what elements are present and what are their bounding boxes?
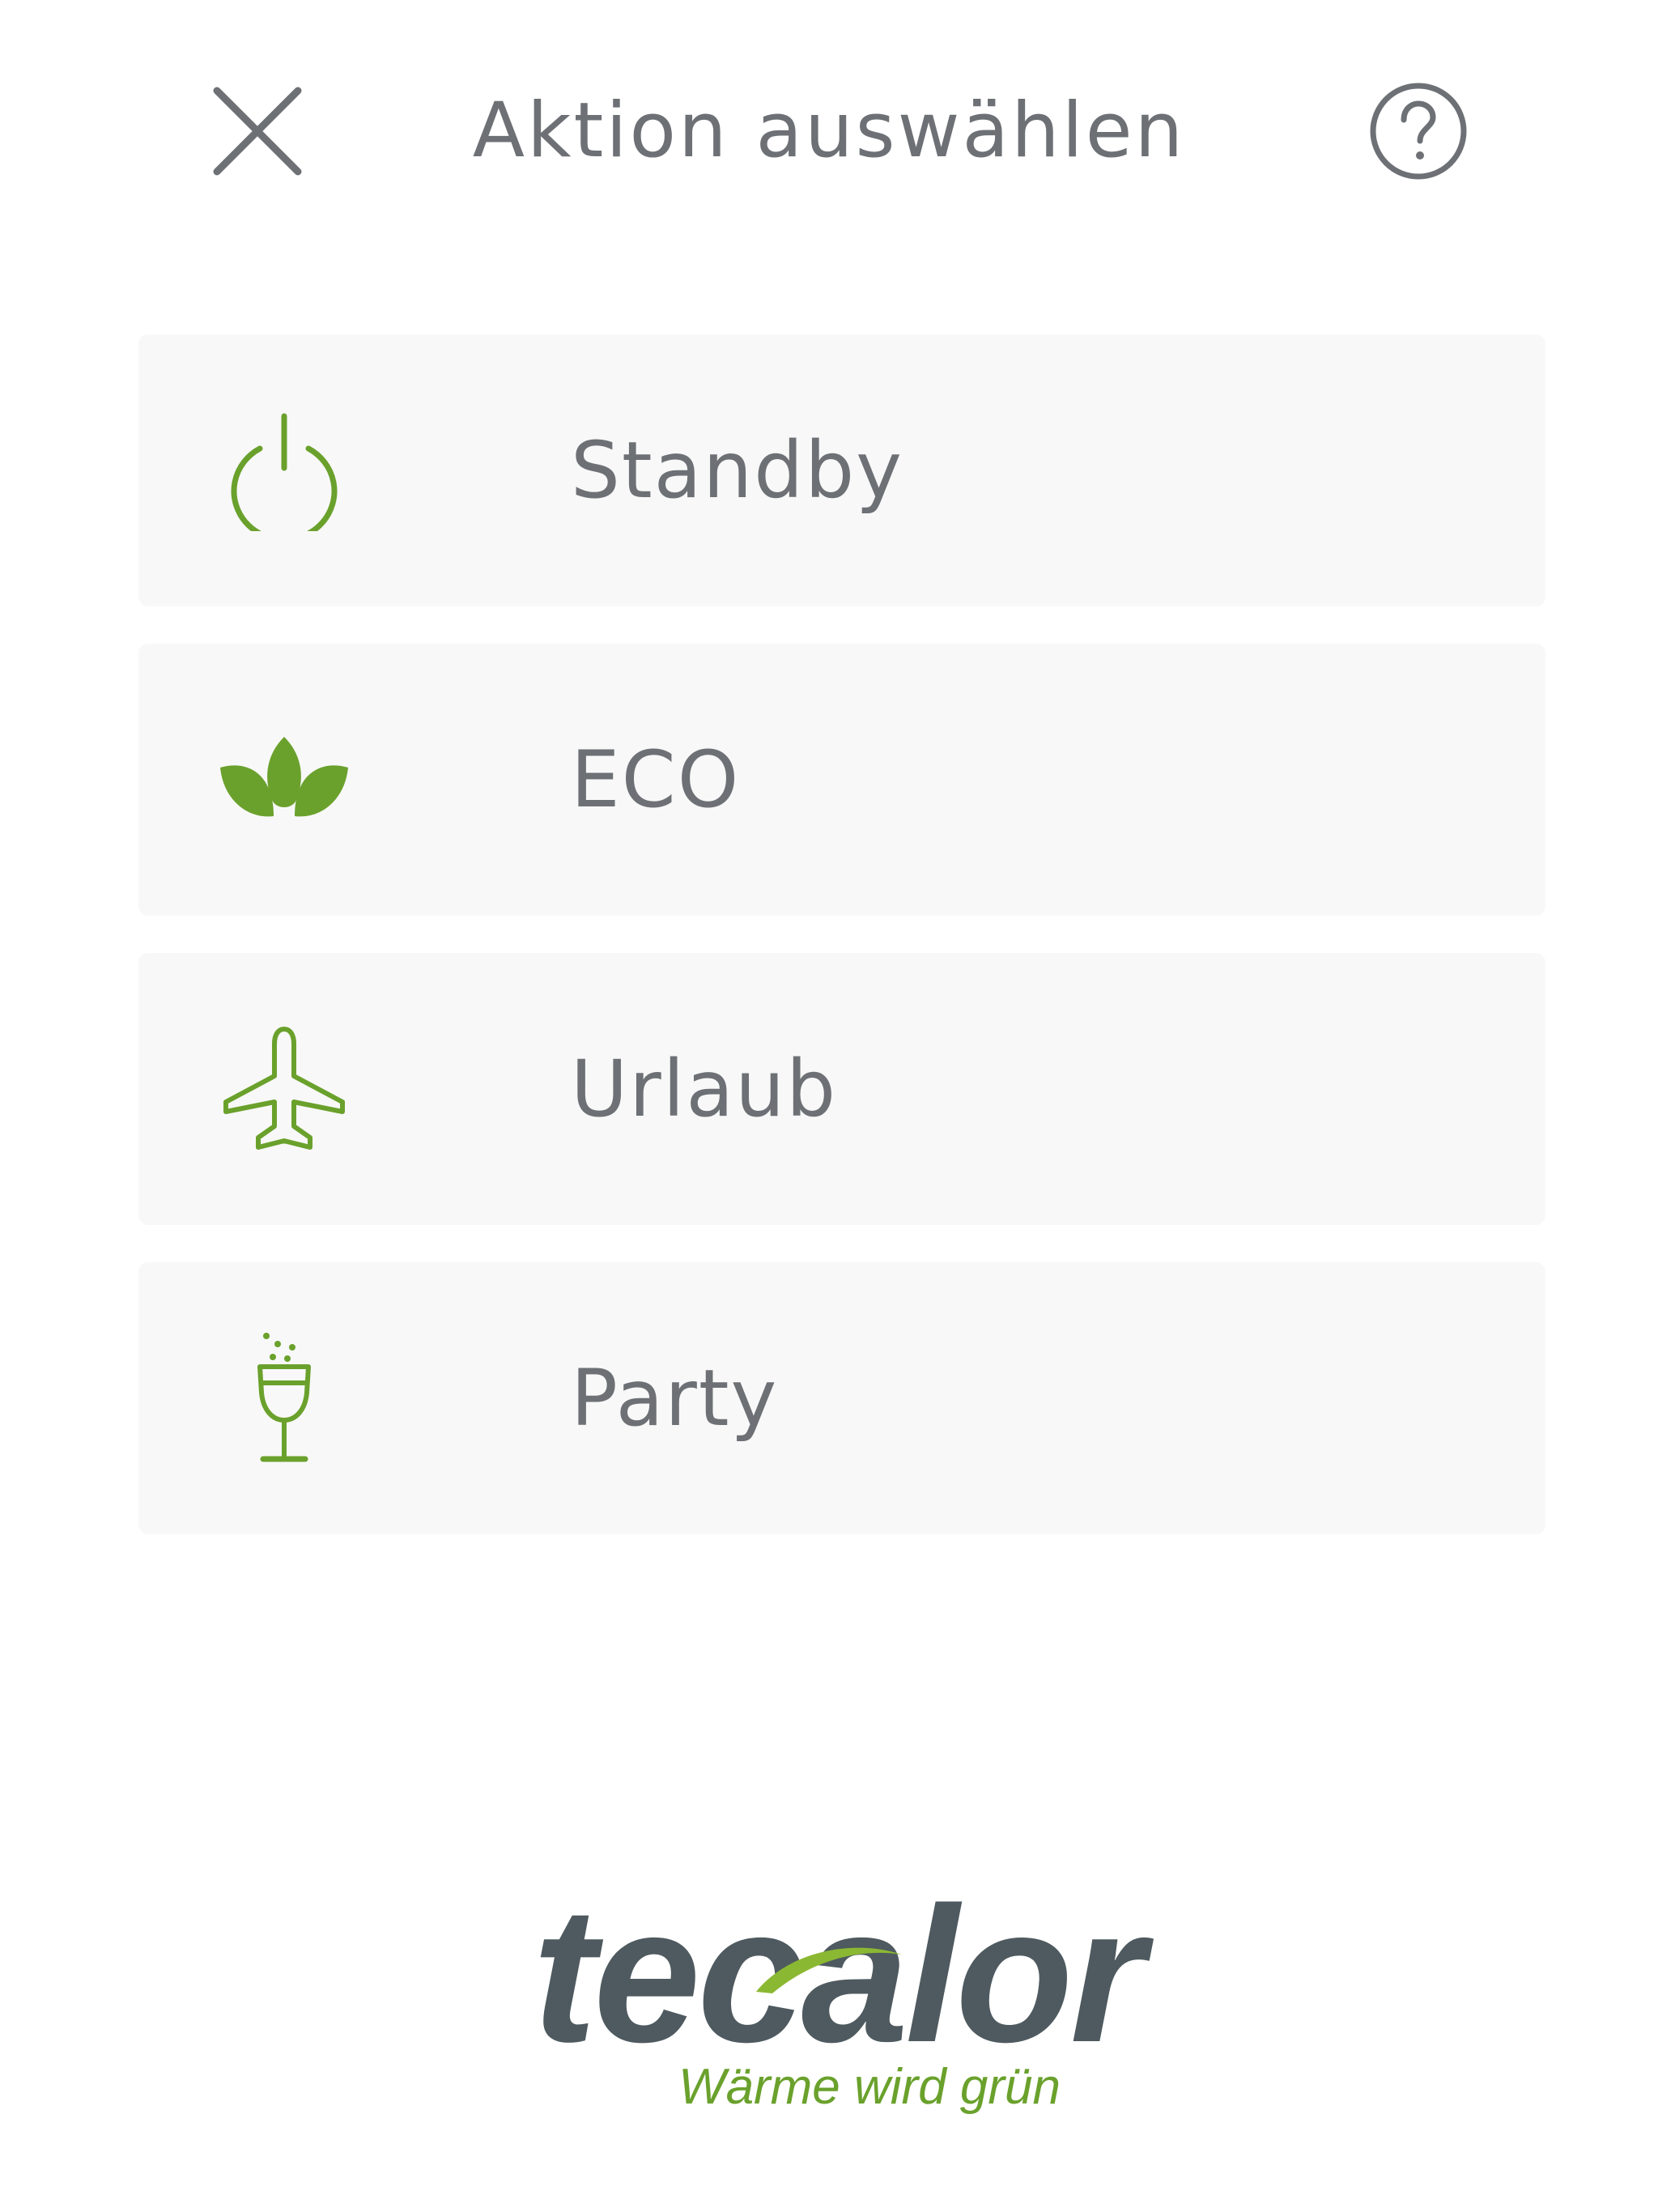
action-item-party[interactable]: Party — [138, 1262, 1545, 1534]
leaves-icon — [220, 737, 348, 817]
close-icon — [213, 87, 302, 176]
action-item-urlaub[interactable]: Urlaub — [138, 953, 1545, 1225]
help-circle-icon — [1370, 83, 1467, 180]
action-label-urlaub: Urlaub — [571, 1044, 838, 1134]
help-button[interactable] — [1365, 78, 1472, 185]
action-item-eco[interactable]: ECO — [138, 644, 1545, 916]
close-button[interactable] — [204, 78, 311, 185]
brand-tagline: Wärme wird grün — [678, 2059, 1061, 2115]
power-icon — [231, 413, 338, 531]
action-list: Standby ECO Urlaub Party — [138, 334, 1545, 1572]
airplane-icon — [223, 1027, 345, 1150]
action-label-standby: Standby — [571, 425, 903, 516]
champagne-glass-icon — [257, 1333, 311, 1462]
action-label-party: Party — [571, 1353, 779, 1444]
action-item-standby[interactable]: Standby — [138, 334, 1545, 606]
action-label-eco: ECO — [571, 734, 741, 825]
header: Aktion auswählen — [0, 0, 1658, 259]
brand-logo: tecalor Wärme wird grün — [481, 1879, 1193, 2129]
logo-swoosh-icon — [756, 1947, 902, 1993]
